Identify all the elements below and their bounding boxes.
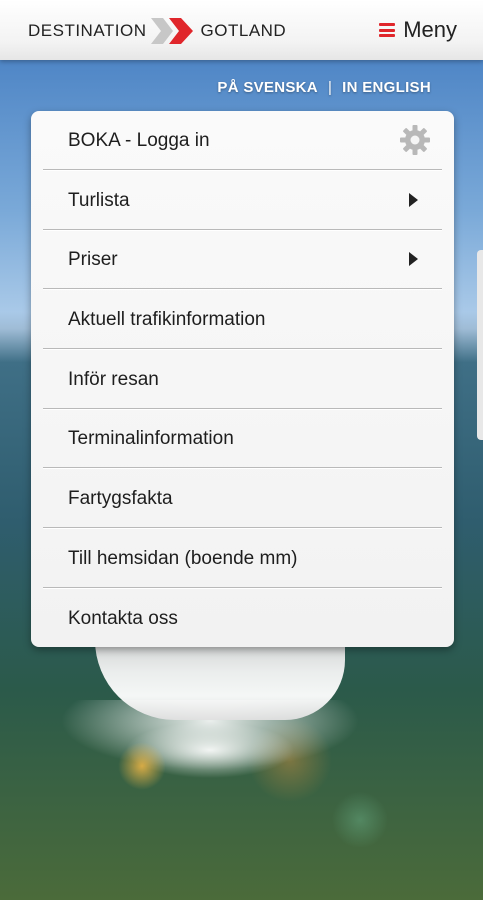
menu-item-label: Fartygsfakta [68,487,173,509]
menu-button[interactable]: Meny [379,14,457,46]
menu-item-label: Inför resan [68,368,159,390]
menu-divider [43,587,442,588]
lang-separator: | [327,79,333,96]
logo-chevrons-icon [150,18,193,44]
menu-divider [43,348,442,349]
brand-logo[interactable]: DESTINATION GOTLAND [28,16,286,46]
menu-item-label: Till hemsidan (boende mm) [68,547,298,569]
menu-item-kontakta-oss[interactable]: Kontakta oss [31,589,454,647]
menu-item-label: Priser [68,248,118,270]
menu-item-hemsidan[interactable]: Till hemsidan (boende mm) [31,529,454,588]
menu-item-trafikinformation[interactable]: Aktuell trafikinformation [31,290,454,349]
lang-english-link[interactable]: IN ENGLISH [342,79,431,96]
menu-divider [43,467,442,468]
language-switch: PÅ SVENSKA | IN ENGLISH [217,79,431,96]
menu-item-label: Terminalinformation [68,427,234,449]
menu-item-label: Kontakta oss [68,607,178,629]
menu-divider [43,527,442,528]
logo-word-destination: DESTINATION [28,21,147,40]
gear-icon [400,125,430,155]
logo-word-gotland: GOTLAND [200,21,287,40]
menu-item-label: Aktuell trafikinformation [68,308,266,330]
menu-item-boka[interactable]: BOKA - Logga in [31,111,454,170]
menu-button-label: Meny [403,17,457,42]
menu-divider [43,288,442,289]
menu-item-label: BOKA - Logga in [68,129,210,151]
menu-item-turlista[interactable]: Turlista [31,171,454,230]
app-header: DESTINATION GOTLAND Meny [0,0,483,60]
menu-item-infor-resan[interactable]: Inför resan [31,350,454,409]
arrow-right-icon [409,252,418,266]
ferry-ship [95,640,345,720]
hamburger-icon [379,23,396,37]
side-drawer-handle[interactable] [477,250,483,440]
lang-swedish-link[interactable]: PÅ SVENSKA [217,79,318,96]
main-menu-panel: BOKA - Logga in Turlista Priser Aktuell … [31,111,454,647]
arrow-right-icon [409,193,418,207]
lens-flare [118,742,166,790]
menu-item-label: Turlista [68,189,130,211]
menu-item-terminalinformation[interactable]: Terminalinformation [31,409,454,468]
menu-item-priser[interactable]: Priser [31,230,454,289]
menu-item-fartygsfakta[interactable]: Fartygsfakta [31,469,454,528]
menu-divider [43,169,442,170]
